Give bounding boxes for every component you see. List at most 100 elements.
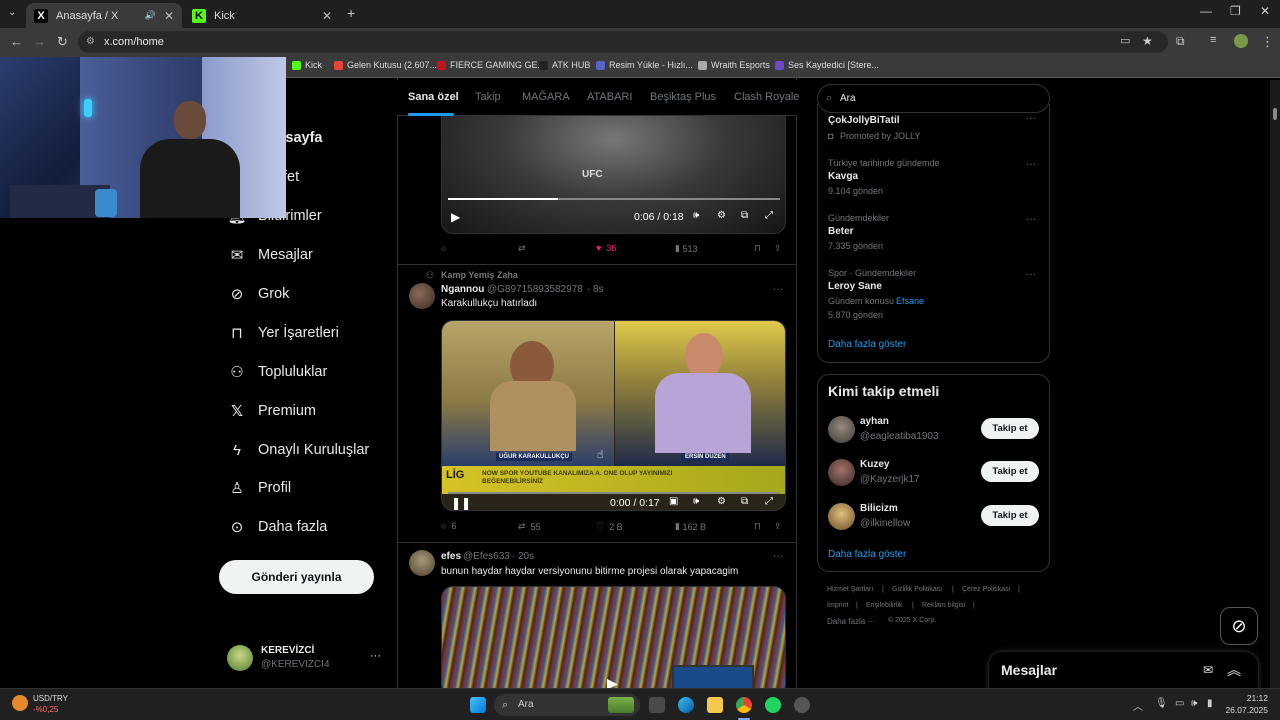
follow-name[interactable]: Kuzey <box>860 459 889 470</box>
chrome-icon[interactable] <box>736 697 752 713</box>
fullscreen-icon[interactable]: ⤢ <box>765 210 773 221</box>
trend-item[interactable]: ÇokJollyBiTatil ◘ Promoted by JOLLY ··· <box>818 110 1049 146</box>
follow-button[interactable]: Takip et <box>981 418 1039 439</box>
trend-item[interactable]: Türkiye tarihinde gündemde Kavga 9.104 g… <box>818 154 1049 198</box>
reload-icon[interactable]: ↻ <box>57 34 68 50</box>
pip-icon[interactable]: ⧉ <box>741 496 748 507</box>
share-icon[interactable]: ⇪ <box>774 521 782 532</box>
tab-magara[interactable]: MAĞARA <box>522 91 570 103</box>
post-avatar[interactable] <box>409 283 435 309</box>
trend-topic-link[interactable]: Efsane <box>896 296 924 306</box>
reply-button[interactable]: ○ 6 <box>441 521 456 531</box>
post3-image[interactable]: ▶ <box>441 586 786 696</box>
tab-kick[interactable]: K Kick ✕ <box>184 3 340 28</box>
views-button[interactable]: ▮ 162 B <box>675 521 706 532</box>
trends-show-more-link[interactable]: Daha fazla göster <box>828 339 906 350</box>
like-button[interactable]: ♥ 36 <box>596 243 616 253</box>
expand-up-icon[interactable]: ︽ <box>1227 660 1241 680</box>
follow-button[interactable]: Takip et <box>981 505 1039 526</box>
bookmark-wraith[interactable]: Wraith Esports <box>698 60 770 70</box>
network-icon[interactable]: ▭ <box>1175 698 1184 709</box>
back-icon[interactable]: ← <box>10 34 23 49</box>
post-author-handle[interactable]: @G89715893582978 <box>487 284 583 295</box>
file-explorer-icon[interactable] <box>707 697 723 713</box>
repost-button[interactable]: ⇄ 55 <box>518 521 541 532</box>
post-context[interactable]: Kamp Yemiş Zaha <box>441 270 518 280</box>
footer-link[interactable]: Hizmet Şartları <box>827 586 873 593</box>
bookmark-atk[interactable]: ATK HUB <box>539 60 590 70</box>
footer-link[interactable]: Imprint <box>827 602 848 609</box>
media-icon[interactable]: ≡ <box>1210 34 1216 46</box>
bookmark-icon[interactable]: ⊓ <box>754 243 761 254</box>
battery-icon[interactable]: ▮ <box>1207 698 1213 709</box>
follow-handle[interactable]: @eagleatiba1903 <box>860 431 939 442</box>
close-icon[interactable]: ✕ <box>322 9 332 23</box>
tab-list-icon[interactable]: ⌄ <box>8 7 16 18</box>
microphone-icon[interactable]: 🎙︎ <box>1155 698 1168 709</box>
nav-messages[interactable]: ✉ Mesajlar <box>228 242 313 268</box>
messages-drawer[interactable]: Mesajlar ✉ ︽ <box>989 652 1258 692</box>
bookmark-ses[interactable]: Ses Kaydedici [Stere... <box>775 60 879 70</box>
nav-grok[interactable]: ⊘ Grok <box>228 281 290 307</box>
taskbar-search[interactable]: ⌕ Ara <box>494 694 640 716</box>
tab-anasayfa-x[interactable]: X Anasayfa / X 🔊 ✕ <box>26 3 182 28</box>
volume-icon[interactable]: 🕪 <box>1191 698 1197 709</box>
new-tab-icon[interactable]: + <box>347 5 355 21</box>
speaker-icon[interactable]: 🔊 <box>145 10 156 21</box>
more-dots-icon[interactable]: ··· <box>1026 159 1036 170</box>
footer-link[interactable]: Gizlilik Politikası <box>892 586 942 593</box>
new-message-icon[interactable]: ✉ <box>1203 663 1213 677</box>
more-dots-icon[interactable]: ··· <box>1026 269 1036 280</box>
play-icon[interactable]: ▶ <box>451 210 460 224</box>
more-dots-icon[interactable]: ··· <box>370 650 381 662</box>
clock-time[interactable]: 21:12 <box>1238 693 1268 703</box>
post2-video[interactable]: UĞUR KARAKULLUKÇU ERSİN DÜZEN LİG NOW SP… <box>441 320 786 511</box>
tab-sana-ozel[interactable]: Sana özel <box>408 91 459 103</box>
footer-link[interactable]: Reklam bilgisi <box>922 602 965 609</box>
nav-verified-orgs[interactable]: ϟ Onaylı Kuruluşlar <box>228 437 369 463</box>
nav-more[interactable]: ⊙ Daha fazla <box>228 514 328 540</box>
follow-show-more-link[interactable]: Daha fazla göster <box>828 549 906 560</box>
settings-icon[interactable]: ⚙ <box>717 496 726 507</box>
tab-takip[interactable]: Takip <box>475 91 501 103</box>
tab-besiktas-plus[interactable]: Beşiktaş Plus <box>650 91 716 103</box>
fullscreen-icon[interactable]: ⤢ <box>765 496 773 507</box>
cast-icon[interactable]: ▭ <box>1120 34 1130 47</box>
follow-avatar[interactable] <box>828 416 855 443</box>
url-input[interactable]: ⚙ x.com/home <box>78 31 1168 53</box>
minimize-icon[interactable]: — <box>1200 4 1212 18</box>
more-dots-icon[interactable]: ··· <box>773 284 783 295</box>
bookmark-gmail[interactable]: Gelen Kutusu (2.607... <box>334 60 437 70</box>
menu-icon[interactable]: ⋮ <box>1261 34 1274 50</box>
trend-item[interactable]: Gündemdekiler Beter 7.335 gönderi ··· <box>818 209 1049 253</box>
tab-atabari[interactable]: ATABARI <box>587 91 632 103</box>
video-progress-track[interactable] <box>448 198 780 200</box>
volume-icon[interactable]: 🕪 <box>693 210 699 221</box>
bookmark-kick[interactable]: Kick <box>292 60 322 70</box>
views-button[interactable]: ▮ 513 <box>675 243 698 254</box>
extensions-icon[interactable]: ⧉ <box>1176 34 1185 49</box>
spotify-icon[interactable] <box>765 697 781 713</box>
close-icon[interactable]: ✕ <box>164 9 174 23</box>
post-author-name[interactable]: efes <box>441 551 461 562</box>
window-close-icon[interactable]: ✕ <box>1260 4 1270 18</box>
tab-clash-royale[interactable]: Clash Royale <box>734 91 799 103</box>
follow-name[interactable]: ayhan <box>860 416 889 427</box>
nav-premium[interactable]: 𝕏 Premium <box>228 398 316 424</box>
grok-fab-icon[interactable]: ⊘ <box>1220 607 1258 645</box>
task-view-icon[interactable] <box>649 697 665 713</box>
maximize-icon[interactable]: ❐ <box>1230 4 1241 18</box>
share-icon[interactable]: ⇪ <box>774 243 782 254</box>
post-author-handle[interactable]: @Efes633 <box>463 551 510 562</box>
post-author-name[interactable]: Ngannou <box>441 284 484 295</box>
bookmark-star-icon[interactable]: ★ <box>1142 34 1153 48</box>
follow-handle[interactable]: @ilkinellow <box>860 518 910 529</box>
post-time[interactable]: 8s <box>593 284 604 295</box>
more-dots-icon[interactable]: ··· <box>773 551 783 562</box>
profile-avatar[interactable] <box>1234 34 1248 48</box>
nav-profile[interactable]: ♙ Profil <box>228 475 291 501</box>
site-info-icon[interactable]: ⚙ <box>86 31 95 53</box>
account-switcher[interactable]: KEREVİZCİ @KEREVIZCI4 ··· <box>222 640 392 678</box>
more-dots-icon[interactable]: ··· <box>1026 113 1036 124</box>
bookmark-icon[interactable]: ⊓ <box>754 521 761 532</box>
